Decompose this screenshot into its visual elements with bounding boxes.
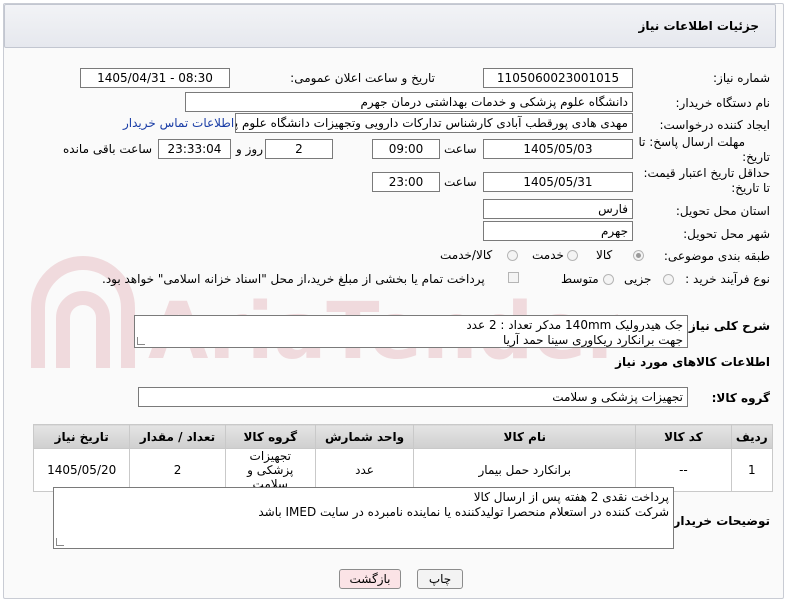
price-validity-time-field[interactable]: 23:00	[372, 172, 440, 192]
province-label: استان محل تحویل:	[675, 204, 770, 218]
requester-field[interactable]: مهدی هادی پورقطب آبادی کارشناس تدارکات د…	[235, 113, 633, 133]
col-header-need-date: تاریخ نیاز	[32, 424, 131, 449]
city-label: شهر محل تحویل:	[683, 227, 770, 241]
cell-unit: عدد	[314, 448, 415, 492]
deadline-label-line1: مهلت ارسال پاسخ: تا	[638, 135, 745, 149]
process-radio-medium[interactable]	[603, 274, 614, 285]
summary-label: شرح کلی نیاز:	[684, 319, 770, 333]
buyer-notes-label: توضیحات خریدار:	[668, 514, 770, 528]
remaining-time-field[interactable]: 23:33:04	[158, 139, 231, 159]
col-header-goods-group: گروه کالا	[224, 424, 316, 449]
goods-group-field[interactable]: تجهیزات پزشکی و سلامت	[138, 387, 688, 407]
summary-line-2: جهت برانکارد ریکاوری سینا حمد آریا	[503, 333, 683, 347]
islamic-treasury-checkbox[interactable]	[508, 272, 519, 283]
cell-need-date: 1405/05/20	[32, 448, 131, 492]
summary-textarea[interactable]: جک هیدرولیک 140mm مدکر تعداد : 2 عدد جهت…	[134, 315, 688, 348]
category-option-service: خدمت	[532, 248, 564, 262]
cell-goods-code: --	[635, 448, 732, 492]
process-type-label: نوع فرآیند خرید :	[685, 272, 770, 286]
back-button[interactable]: بازگشت	[339, 569, 401, 589]
need-number-label: شماره نیاز:	[713, 71, 770, 85]
buyer-notes-line-2: شرکت کننده در استعلام منحصرا تولیدکننده …	[258, 505, 669, 519]
announce-date-label: تاریخ و ساعت اعلان عمومی:	[290, 71, 435, 85]
cell-quantity: 2	[129, 448, 226, 492]
goods-table: ردیف کد کالا نام کالا واحد شمارش گروه کا…	[32, 424, 774, 492]
buyer-notes-line-1: پرداخت نقدی 2 هفته پس از ارسال کالا	[473, 490, 669, 504]
city-field[interactable]: جهرم	[483, 221, 633, 241]
category-option-goods: کالا	[596, 248, 613, 262]
page-title: جزئیات اطلاعات نیاز	[638, 19, 759, 33]
category-label: طبقه بندی موضوعی:	[663, 249, 770, 263]
title-bar: جزئیات اطلاعات نیاز	[4, 4, 776, 48]
category-option-goods-service: کالا/خدمت	[440, 248, 493, 262]
price-validity-date-field[interactable]: 1405/05/31	[483, 172, 633, 192]
col-header-goods-code: کد کالا	[635, 424, 732, 449]
deadline-date-field[interactable]: 1405/05/03	[483, 139, 633, 159]
col-header-goods-name: نام کالا	[413, 424, 637, 449]
deadline-time-label: ساعت	[444, 142, 477, 156]
col-header-row-number: ردیف	[730, 424, 774, 449]
province-field[interactable]: فارس	[483, 199, 633, 219]
summary-line-1: جک هیدرولیک 140mm مدکر تعداد : 2 عدد	[466, 318, 683, 332]
price-validity-time-label: ساعت	[444, 175, 477, 189]
remaining-time-label: ساعت باقی مانده	[63, 142, 153, 156]
goods-section-title: اطلاعات کالاهای مورد نیاز	[615, 355, 770, 369]
deadline-days-label: روز و	[236, 142, 263, 156]
cell-row-number: 1	[730, 448, 774, 492]
goods-table-header-row: ردیف کد کالا نام کالا واحد شمارش گروه کا…	[32, 424, 774, 449]
resize-handle-icon[interactable]	[137, 337, 145, 345]
category-radio-goods-service[interactable]	[507, 250, 518, 261]
buyer-contact-link[interactable]: اطلاعات تماس خریدار	[123, 116, 234, 130]
col-header-unit: واحد شمارش	[314, 424, 415, 449]
deadline-days-field[interactable]: 2	[265, 139, 333, 159]
buyer-notes-textarea[interactable]: پرداخت نقدی 2 هفته پس از ارسال کالا شرکت…	[53, 487, 674, 549]
col-header-quantity: تعداد / مقدار	[129, 424, 226, 449]
cell-goods-name: برانکارد حمل بیمار	[413, 448, 637, 492]
cell-goods-group: تجهیزات پزشکی و سلامت	[224, 448, 316, 492]
category-radio-goods[interactable]	[633, 250, 644, 261]
buyer-org-field[interactable]: دانشگاه علوم پزشکی و خدمات بهداشتی درمان…	[185, 92, 633, 112]
buyer-org-label: نام دستگاه خریدار:	[675, 96, 771, 110]
process-radio-minor[interactable]	[663, 274, 674, 285]
goods-group-label: گروه کالا:	[711, 391, 770, 405]
process-option-medium: متوسط	[561, 272, 599, 286]
price-validity-label-line1: حداقل تاریخ اعتبار قیمت:	[643, 166, 770, 180]
process-option-minor: جزیی	[624, 272, 652, 286]
category-radio-service[interactable]	[567, 250, 578, 261]
print-button[interactable]: چاپ	[417, 569, 463, 589]
table-row: 1 -- برانکارد حمل بیمار عدد تجهیزات پزشک…	[32, 448, 774, 492]
requester-label: ایجاد کننده درخواست:	[659, 118, 770, 132]
price-validity-label-line2: تا تاریخ:	[731, 181, 770, 195]
need-number-field[interactable]: 1105060023001015	[483, 68, 633, 88]
resize-handle-icon[interactable]	[56, 538, 64, 546]
islamic-treasury-note: پرداخت تمام یا بخشی از مبلغ خرید،از محل …	[102, 272, 485, 286]
deadline-label-line2: تاریخ:	[742, 150, 770, 164]
announce-date-field[interactable]: 1405/04/31 - 08:30	[80, 68, 230, 88]
deadline-time-field[interactable]: 09:00	[372, 139, 440, 159]
